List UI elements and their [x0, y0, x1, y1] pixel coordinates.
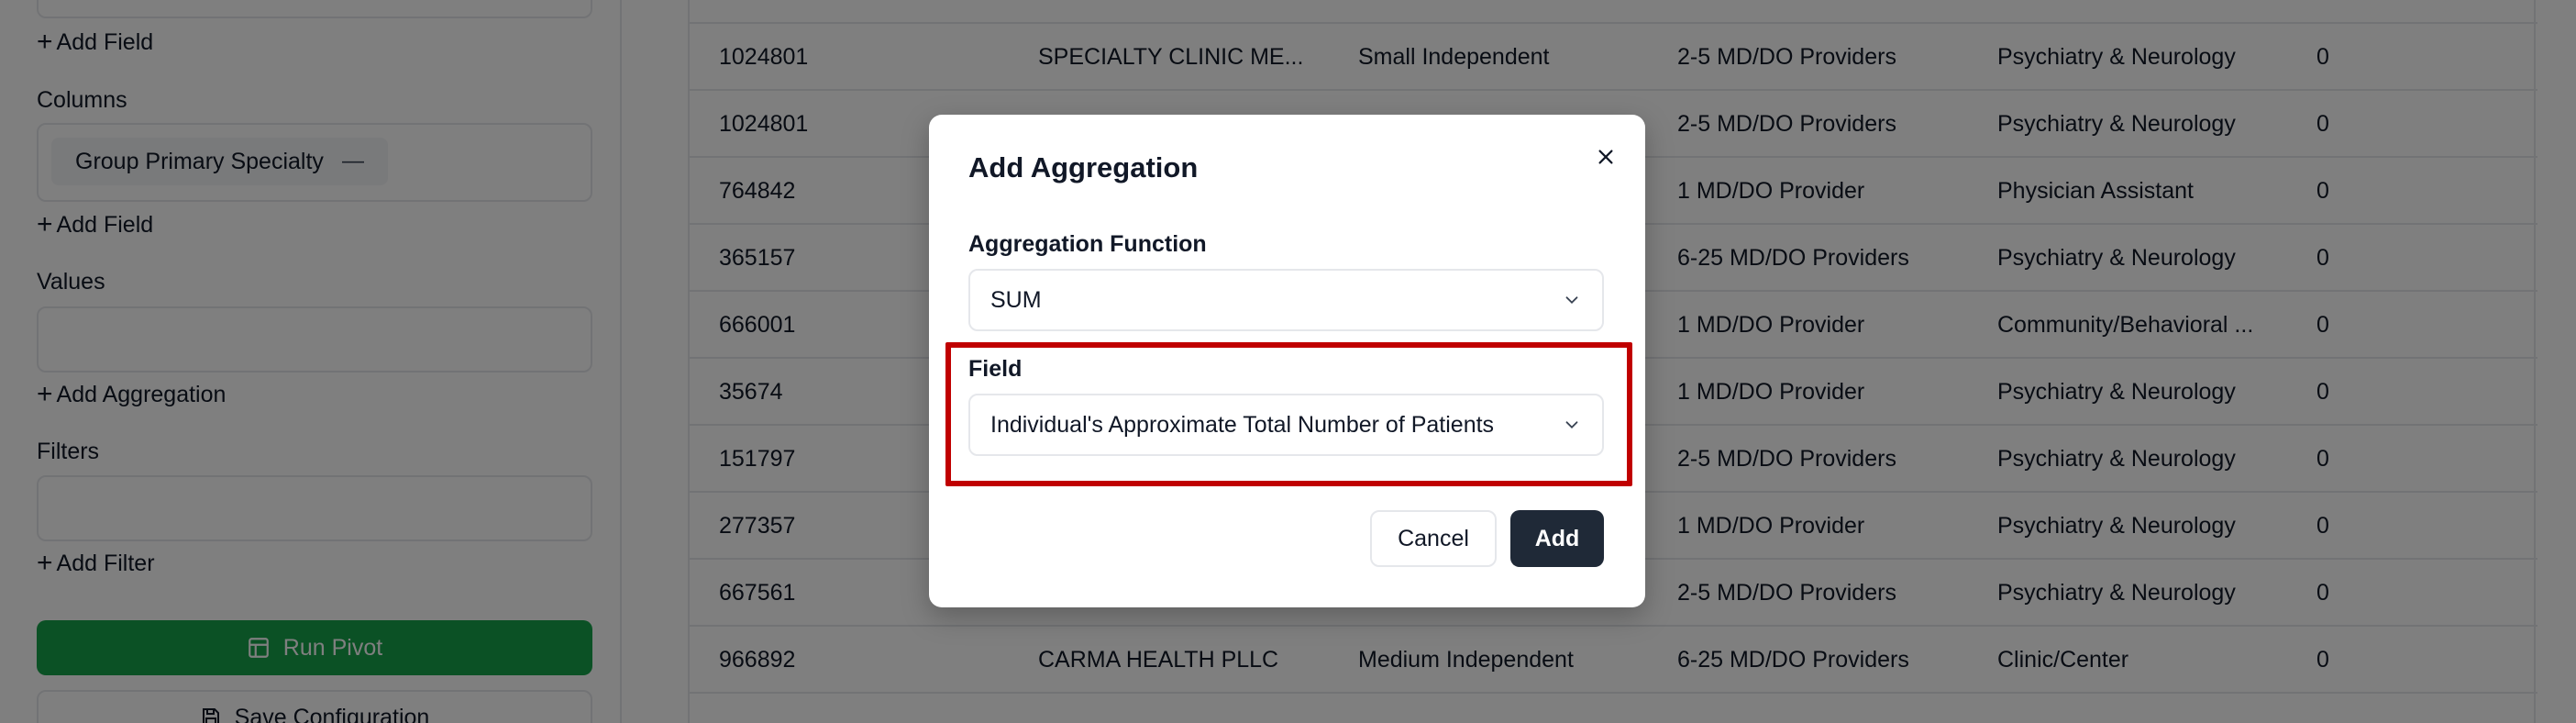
app-root: + Add Field Columns Group Primary Specia…	[0, 0, 2576, 723]
field-label: Field	[968, 356, 1023, 382]
close-dialog-button[interactable]	[1589, 140, 1622, 173]
add-aggregation-dialog: Add Aggregation Aggregation Function SUM…	[929, 115, 1645, 607]
cancel-button[interactable]: Cancel	[1370, 510, 1497, 567]
chevron-down-icon	[1565, 421, 1578, 429]
aggregation-function-select[interactable]: SUM	[968, 269, 1604, 331]
add-button[interactable]: Add	[1510, 510, 1604, 567]
chevron-down-icon	[1565, 296, 1578, 305]
close-icon	[1598, 150, 1613, 164]
field-select[interactable]: Individual's Approximate Total Number of…	[968, 394, 1604, 456]
dialog-title: Add Aggregation	[968, 151, 1199, 184]
field-select-value: Individual's Approximate Total Number of…	[990, 411, 1495, 438]
aggregation-function-label: Aggregation Function	[968, 231, 1207, 257]
aggregation-function-value: SUM	[990, 286, 1042, 313]
